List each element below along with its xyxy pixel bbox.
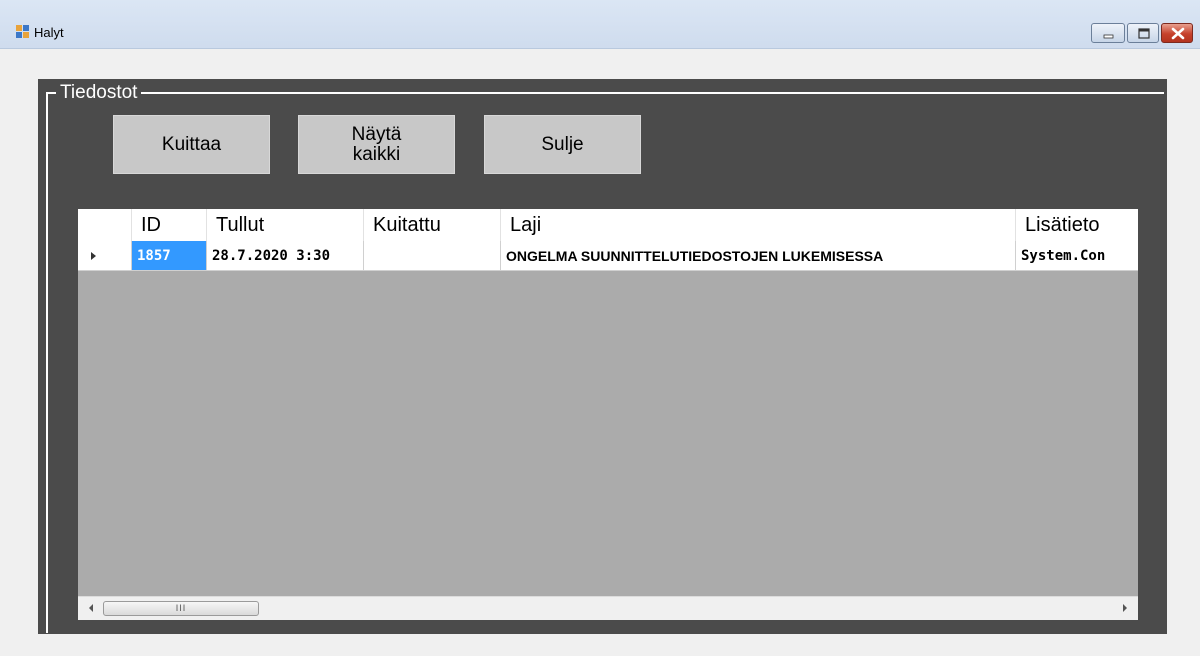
table-row[interactable]: 1857 28.7.2020 3:30 ONGELMA SUUNNITTELUT… [78, 241, 1138, 271]
cell-id[interactable]: 1857 [132, 241, 207, 271]
cell-tullut[interactable]: 28.7.2020 3:30 [207, 241, 364, 271]
acknowledge-button[interactable]: Kuittaa [113, 115, 270, 174]
show-all-button-label: Näytä kaikki [351, 123, 402, 165]
column-header-tullut[interactable]: Tullut [207, 209, 364, 241]
column-header-laji[interactable]: Laji [501, 209, 1016, 241]
close-button[interactable] [1161, 23, 1193, 43]
alarms-grid[interactable]: ID Tullut Kuitattu Laji Lisätieto 1857 2… [78, 209, 1138, 620]
minimize-button[interactable] [1091, 23, 1125, 43]
current-row-arrow-icon [91, 252, 96, 260]
grid-header: ID Tullut Kuitattu Laji Lisätieto [78, 209, 1138, 241]
horizontal-scrollbar[interactable]: III [78, 596, 1138, 620]
minimize-icon [1103, 34, 1114, 39]
scroll-left-arrow-icon[interactable] [86, 603, 96, 613]
groupbox-title: Tiedostot [56, 81, 142, 105]
close-form-button-label: Sulje [541, 133, 584, 155]
show-all-label-line2: kaikki [352, 143, 401, 165]
column-header-id[interactable]: ID [132, 209, 207, 241]
scroll-right-arrow-icon[interactable] [1120, 603, 1130, 613]
scrollbar-thumb[interactable]: III [103, 601, 259, 616]
column-header-kuitattu[interactable]: Kuitattu [364, 209, 501, 241]
window-title: Halyt [34, 25, 64, 40]
row-header-corner[interactable] [78, 209, 132, 241]
acknowledge-button-label: Kuittaa [161, 133, 222, 155]
show-all-label-line1: Näytä [351, 123, 402, 145]
scrollbar-grip: III [175, 603, 187, 613]
title-bar: Halyt [0, 0, 1200, 49]
groupbox-border-top [46, 92, 1164, 94]
cell-laji[interactable]: ONGELMA SUUNNITTELUTIEDOSTOJEN LUKEMISES… [501, 241, 1016, 271]
app-window-icon[interactable] [16, 25, 30, 39]
show-all-button[interactable]: Näytä kaikki [298, 115, 455, 174]
close-form-button[interactable]: Sulje [484, 115, 641, 174]
maximize-button[interactable] [1127, 23, 1159, 43]
groupbox-border-left [46, 92, 48, 633]
column-header-lisatieto[interactable]: Lisätieto [1016, 209, 1138, 241]
close-icon [1171, 27, 1185, 40]
row-header[interactable] [78, 241, 132, 271]
maximize-icon [1138, 28, 1150, 39]
cell-kuitattu[interactable] [364, 241, 501, 271]
cell-lisatieto[interactable]: System.Con [1016, 241, 1138, 271]
